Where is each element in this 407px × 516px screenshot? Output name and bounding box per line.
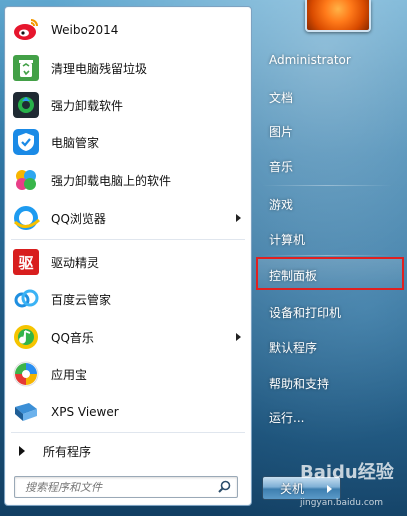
program-label: Weibo2014 (51, 23, 119, 37)
program-item-clean-junk[interactable]: 清理电脑残留垃圾 (11, 51, 247, 85)
control-panel-link[interactable]: 控制面板 (269, 267, 317, 284)
baidu-watermark: Baidu经验 jingyan.baidu.com (300, 458, 405, 512)
program-label: 驱动精灵 (51, 255, 100, 270)
program-label: 应用宝 (51, 367, 88, 382)
search-icon[interactable] (218, 480, 231, 493)
program-label: 强力卸载电脑上的软件 (51, 173, 172, 188)
program-label: 百度云管家 (51, 292, 112, 307)
search-box[interactable] (14, 476, 238, 498)
list-separator (11, 432, 245, 433)
program-label: QQ音乐 (51, 330, 94, 345)
svg-text:驱: 驱 (18, 254, 33, 272)
help-support-link[interactable]: 帮助和支持 (269, 375, 329, 392)
driver-icon: 驱 (11, 247, 41, 277)
user-name-link[interactable]: Administrator (269, 53, 351, 67)
program-item-uninstall[interactable]: 强力卸载软件 (11, 88, 247, 122)
uninstall-icon (11, 90, 41, 120)
program-item-qq-music[interactable]: QQ音乐 (11, 320, 247, 354)
music-icon (11, 322, 41, 352)
documents-link[interactable]: 文档 (269, 89, 293, 106)
search-input[interactable] (15, 479, 217, 495)
program-label: 电脑管家 (51, 135, 100, 150)
submenu-arrow-icon (236, 214, 241, 222)
qq-browser-icon (11, 203, 41, 233)
list-separator (11, 239, 245, 240)
submenu-arrow-icon (236, 333, 241, 341)
watermark-url: jingyan.baidu.com (300, 498, 384, 508)
all-programs-label: 所有程序 (43, 444, 92, 459)
program-item-driver-genius[interactable]: 驱 驱动精灵 (11, 245, 247, 279)
default-programs-link[interactable]: 默认程序 (269, 339, 317, 356)
clover-icon (11, 165, 41, 195)
xps-viewer-icon (11, 397, 41, 427)
run-link[interactable]: 运行... (269, 409, 304, 426)
cloud-icon (11, 284, 41, 314)
weibo-icon (11, 15, 41, 45)
all-programs-button[interactable]: 所有程序 (11, 438, 247, 464)
music-link[interactable]: 音乐 (269, 158, 293, 175)
shield-icon (11, 127, 41, 157)
computer-link[interactable]: 计算机 (269, 231, 305, 248)
program-item-qq-browser[interactable]: QQ浏览器 (11, 201, 247, 235)
program-list-panel: Weibo2014 清理电脑残留垃圾 强力卸载软件 电脑管家 强力卸载电脑上的软… (4, 6, 252, 506)
games-link[interactable]: 游戏 (269, 196, 293, 213)
program-label: QQ浏览器 (51, 211, 106, 226)
program-item-app-store[interactable]: 应用宝 (11, 357, 247, 391)
pictures-link[interactable]: 图片 (269, 123, 293, 140)
watermark-logo: Baidu经验 (300, 462, 394, 483)
recycle-icon (11, 53, 41, 83)
program-label: 清理电脑残留垃圾 (51, 61, 148, 76)
program-item-pc-manager[interactable]: 电脑管家 (11, 125, 247, 159)
devices-printers-link[interactable]: 设备和打印机 (269, 304, 341, 321)
program-item-weibo[interactable]: Weibo2014 (11, 13, 247, 47)
program-item-baidu-cloud[interactable]: 百度云管家 (11, 282, 247, 316)
user-avatar[interactable] (305, 0, 371, 32)
program-item-xps-viewer[interactable]: XPS Viewer (11, 395, 247, 429)
expand-arrow-icon (19, 446, 25, 456)
right-separator (262, 255, 392, 256)
right-separator (262, 185, 392, 186)
app-store-icon (11, 359, 41, 389)
program-item-force-uninstall[interactable]: 强力卸载电脑上的软件 (11, 163, 247, 197)
program-label: 强力卸载软件 (51, 98, 124, 113)
program-label: XPS Viewer (51, 405, 119, 419)
